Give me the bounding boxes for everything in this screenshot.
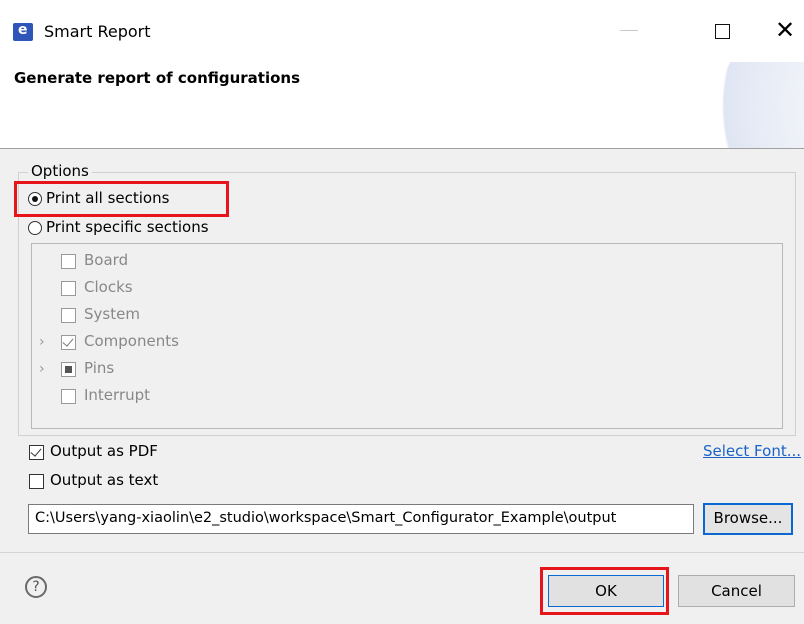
output-text-label: Output as text bbox=[50, 471, 159, 489]
section-label-components: Components bbox=[84, 332, 179, 350]
section-label-board: Board bbox=[84, 251, 129, 269]
section-label-pins: Pins bbox=[84, 359, 115, 377]
app-icon bbox=[13, 22, 33, 41]
close-button[interactable]: ✕ bbox=[775, 16, 795, 44]
section-checkbox-clocks[interactable] bbox=[61, 281, 76, 296]
banner-graphic bbox=[710, 62, 804, 148]
banner-title: Generate report of configurations bbox=[14, 69, 301, 87]
print-specific-label: Print specific sections bbox=[46, 218, 209, 236]
select-font-link[interactable]: Select Font... bbox=[703, 442, 801, 460]
output-path-input[interactable]: C:\Users\yang-xiaolin\e2_studio\workspac… bbox=[28, 504, 694, 534]
title-bar: Smart Report ✕ bbox=[0, 0, 804, 62]
output-text-checkbox[interactable] bbox=[29, 474, 44, 489]
minimize-button[interactable] bbox=[620, 30, 638, 31]
banner-divider bbox=[0, 148, 804, 149]
footer-divider bbox=[0, 552, 804, 553]
section-label-interrupt: Interrupt bbox=[84, 386, 151, 404]
cancel-button[interactable]: Cancel bbox=[678, 575, 795, 607]
dialog-banner: Generate report of configurations bbox=[0, 62, 804, 148]
section-checkbox-pins[interactable] bbox=[61, 362, 76, 377]
window-title: Smart Report bbox=[44, 22, 151, 41]
options-group-label: Options bbox=[28, 162, 92, 180]
section-label-clocks: Clocks bbox=[84, 278, 133, 296]
browse-button[interactable]: Browse... bbox=[703, 503, 793, 535]
maximize-button[interactable] bbox=[715, 24, 730, 39]
output-pdf-checkbox[interactable] bbox=[29, 445, 44, 460]
help-icon[interactable]: ? bbox=[25, 576, 47, 598]
output-pdf-label: Output as PDF bbox=[50, 442, 158, 460]
highlight-box bbox=[14, 181, 229, 217]
section-checkbox-components[interactable] bbox=[61, 335, 76, 350]
section-checkbox-interrupt[interactable] bbox=[61, 389, 76, 404]
expand-pins-icon[interactable]: › bbox=[39, 361, 45, 377]
highlight-box bbox=[540, 567, 669, 615]
expand-components-icon[interactable]: › bbox=[39, 334, 45, 350]
section-checkbox-board[interactable] bbox=[61, 254, 76, 269]
section-label-system: System bbox=[84, 305, 140, 323]
print-specific-radio[interactable] bbox=[28, 221, 42, 235]
section-checkbox-system[interactable] bbox=[61, 308, 76, 323]
